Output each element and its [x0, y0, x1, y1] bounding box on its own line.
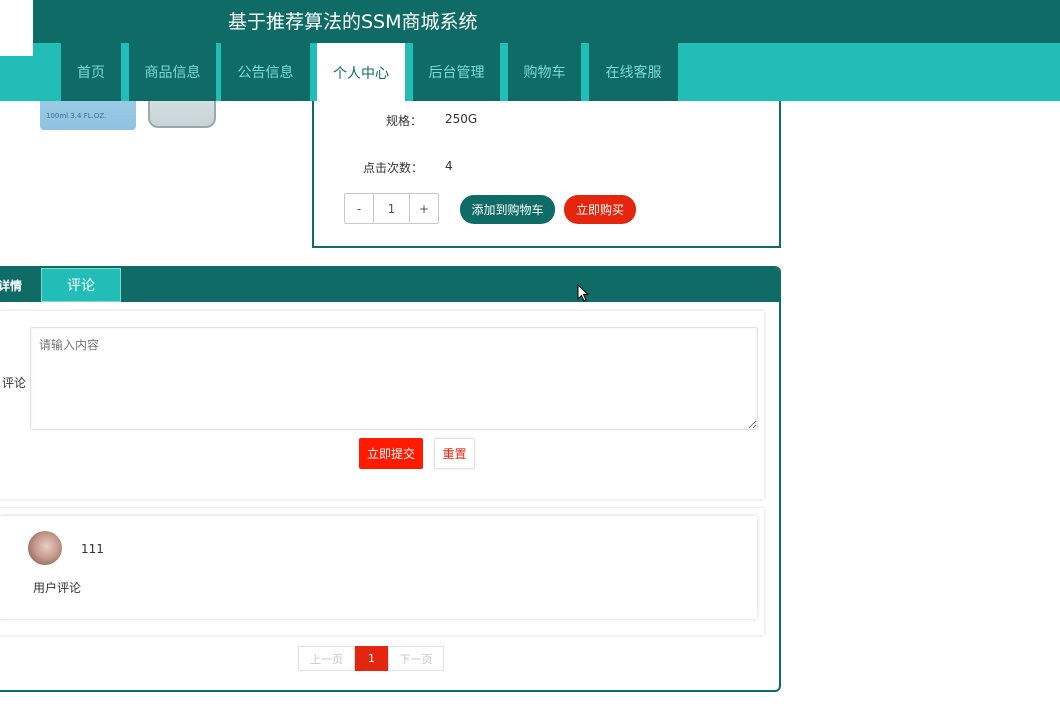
- product-box-text: 100ml 3.4 FL.OZ.: [46, 112, 107, 120]
- next-page-button[interactable]: 下一页: [388, 646, 444, 671]
- tab-comment[interactable]: 评论: [41, 268, 121, 302]
- reset-button[interactable]: 重置: [434, 438, 475, 469]
- nav-announcements[interactable]: 公告信息: [221, 43, 310, 101]
- buy-now-button[interactable]: 立即购买: [564, 195, 636, 224]
- comment-list: 111 用户评论: [0, 508, 764, 635]
- nav-cart[interactable]: 购物车: [508, 43, 581, 101]
- site-title: 基于推荐算法的SSM商城系统: [228, 11, 478, 33]
- comment-textarea[interactable]: [30, 327, 758, 430]
- comment-text: 用户评论: [33, 581, 82, 595]
- pagination: 上一页 1 下一页: [298, 646, 444, 671]
- tab-detail[interactable]: 详情: [0, 268, 40, 302]
- mouse-cursor-icon: [577, 284, 590, 302]
- quantity-input[interactable]: 1: [373, 194, 410, 223]
- comment-username: 111: [81, 542, 104, 556]
- spec-value: 250G: [445, 112, 478, 126]
- nav-personal-center[interactable]: 个人中心: [317, 43, 405, 103]
- clicks-value: 4: [445, 159, 453, 173]
- nav-home[interactable]: 首页: [61, 43, 121, 101]
- product-info-panel: 规格： 250G 点击次数： 4 - 1 + 添加到购物车 立即购买: [312, 95, 781, 248]
- top-header: 基于推荐算法的SSM商城系统: [0, 0, 1060, 43]
- quantity-stepper: - 1 +: [344, 193, 439, 224]
- main-nav: 首页 商品信息 公告信息 个人中心 后台管理 购物车 在线客服: [0, 43, 1060, 103]
- tab-bar: 详情 评论: [0, 268, 779, 302]
- quantity-plus-button[interactable]: +: [410, 194, 438, 223]
- quantity-minus-button[interactable]: -: [345, 194, 373, 223]
- spec-label: 规格：: [386, 114, 423, 128]
- comment-item: 111 用户评论: [0, 516, 757, 619]
- avatar: [28, 531, 62, 565]
- nav-customer-service[interactable]: 在线客服: [589, 43, 678, 101]
- logo[interactable]: [0, 0, 33, 56]
- prev-page-button[interactable]: 上一页: [298, 646, 355, 671]
- submit-comment-button[interactable]: 立即提交: [359, 438, 423, 469]
- add-to-cart-button[interactable]: 添加到购物车: [460, 195, 555, 224]
- comment-form-label: 评论: [2, 376, 27, 390]
- clicks-label: 点击次数：: [363, 161, 424, 175]
- detail-tabs: 详情 评论 评论 立即提交 重置 111 用户评论 上一页 1 下一页: [0, 266, 781, 692]
- current-page[interactable]: 1: [355, 646, 388, 671]
- nav-products[interactable]: 商品信息: [129, 43, 216, 101]
- comment-form: 评论 立即提交 重置: [0, 311, 764, 499]
- nav-admin[interactable]: 后台管理: [413, 43, 500, 101]
